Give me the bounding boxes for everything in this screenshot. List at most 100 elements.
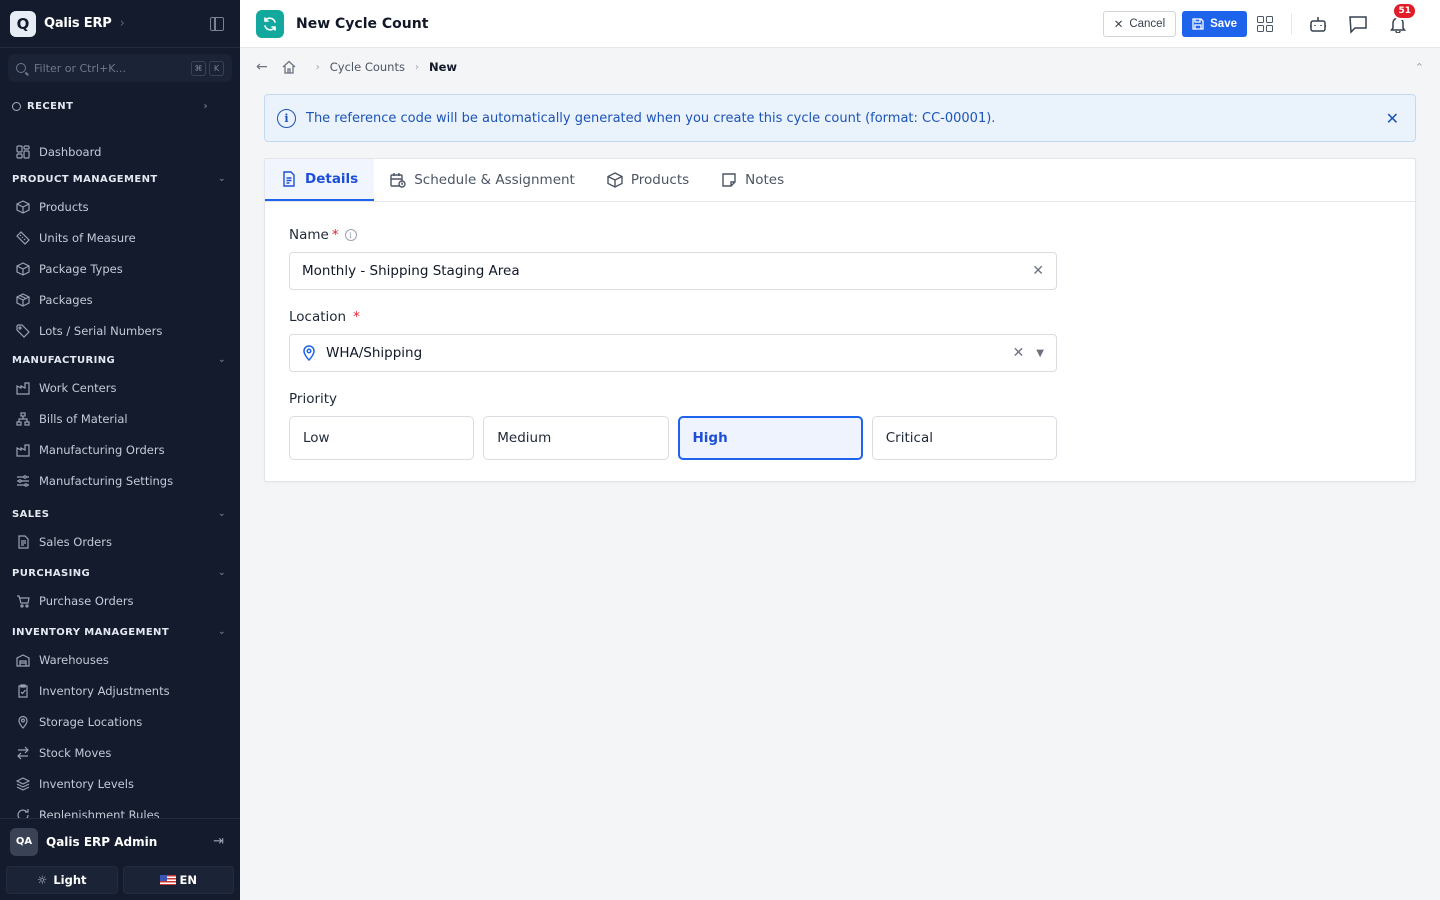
user-name: Qalis ERP Admin	[46, 834, 158, 849]
chat-icon[interactable]	[1348, 14, 1368, 34]
sidebar-item-work-centers[interactable]: Work Centers	[0, 372, 240, 403]
top-actions: ✕ Cancel Save 51	[1102, 1, 1424, 37]
notifications-bell-icon[interactable]: 51	[1388, 1, 1417, 34]
tab-label: Products	[630, 172, 690, 188]
section-manufacturing[interactable]: MANUFACTURING ⌄	[0, 348, 240, 372]
hierarchy-icon	[16, 411, 30, 426]
breadcrumb-parent[interactable]: Cycle Counts	[330, 60, 405, 74]
home-icon[interactable]	[282, 60, 296, 74]
sidebar-filter-input[interactable]: Filter or Ctrl+K... ⌘ K	[8, 54, 232, 82]
location-select[interactable]: WHA/Shipping ✕ ▼	[289, 334, 1057, 372]
priority-option-low[interactable]: Low	[289, 416, 475, 460]
priority-field-label: Priority	[289, 390, 1391, 408]
kbd-key: K	[209, 60, 224, 76]
chevron-down-icon: ⌄	[218, 174, 226, 184]
back-arrow-icon[interactable]: ←	[256, 59, 268, 75]
sidebar-item-label: Products	[39, 199, 89, 214]
dashboard-icon	[16, 144, 30, 159]
sidebar-item-warehouses[interactable]: Warehouses	[0, 644, 240, 675]
logout-icon[interactable]: ⇥	[213, 834, 224, 849]
tab-label: Details	[305, 171, 359, 187]
sidebar-item-replenishment-rules[interactable]: Replenishment Rules	[0, 799, 240, 818]
kbd-key: ⌘	[191, 60, 206, 76]
sidebar-item-dashboard[interactable]: Dashboard	[0, 136, 240, 167]
factory-icon	[16, 443, 30, 457]
tab-notes[interactable]: Notes	[705, 159, 800, 201]
app-name[interactable]: Qalis ERP	[44, 16, 112, 31]
tab-details[interactable]: Details	[265, 159, 375, 201]
sidebar-header: Q Qalis ERP ›	[0, 0, 240, 48]
tab-products[interactable]: Products	[591, 159, 705, 201]
save-button[interactable]: Save	[1182, 10, 1247, 37]
sidebar-nav: Dashboard PRODUCT MANAGEMENT ⌄ Products U…	[0, 136, 240, 818]
sidebar-item-label: Warehouses	[39, 652, 109, 667]
name-input[interactable]: Monthly - Shipping Staging Area ✕	[289, 252, 1057, 290]
avatar: QA	[10, 827, 38, 856]
location-label-text: Location	[289, 309, 347, 325]
info-banner: i The reference code will be automatical…	[264, 94, 1416, 142]
clear-icon[interactable]: ✕	[1013, 345, 1025, 361]
warehouse-icon	[16, 653, 30, 667]
sidebar-item-label: Inventory Adjustments	[39, 683, 170, 698]
sidebar-item-package-types[interactable]: Package Types	[0, 253, 240, 284]
sidebar-item-sales-orders[interactable]: Sales Orders	[0, 526, 240, 557]
section-title: MANUFACTURING	[12, 354, 116, 366]
sidebar-item-purchase-orders[interactable]: Purchase Orders	[0, 585, 240, 616]
sidebar-item-units-of-measure[interactable]: Units of Measure	[0, 222, 240, 253]
package-icon	[16, 292, 30, 307]
apps-grid-icon[interactable]	[1257, 15, 1273, 32]
priority-option-label: Medium	[497, 430, 552, 446]
chevron-up-icon[interactable]: ⌃	[1415, 61, 1424, 74]
section-title: INVENTORY MANAGEMENT	[12, 626, 170, 638]
close-icon[interactable]: ✕	[1386, 109, 1399, 128]
section-sales[interactable]: SALES ⌄	[0, 502, 240, 526]
details-form: Name * i Monthly - Shipping Staging Area…	[265, 202, 1415, 460]
priority-option-label: Critical	[885, 430, 933, 446]
recent-label: RECENT	[27, 100, 74, 112]
chevron-down-icon[interactable]: ▼	[1036, 348, 1044, 359]
recent-section[interactable]: RECENT ›	[0, 94, 240, 118]
sidebar-item-packages[interactable]: Packages	[0, 284, 240, 315]
sidebar-item-label: Manufacturing Orders	[39, 442, 165, 457]
cart-icon	[16, 594, 30, 608]
tab-label: Schedule & Assignment	[414, 172, 575, 188]
sidebar-item-stock-moves[interactable]: Stock Moves	[0, 737, 240, 768]
priority-selector: Low Medium High Critical	[289, 416, 1057, 460]
sidebar-item-storage-locations[interactable]: Storage Locations	[0, 706, 240, 737]
section-purchasing[interactable]: PURCHASING ⌄	[0, 561, 240, 585]
sidebar-item-inventory-adjustments[interactable]: Inventory Adjustments	[0, 675, 240, 706]
sidebar-item-manufacturing-settings[interactable]: Manufacturing Settings	[0, 465, 240, 496]
section-product-management[interactable]: PRODUCT MANAGEMENT ⌄	[0, 167, 240, 191]
sidebar-item-lots-serial-numbers[interactable]: Lots / Serial Numbers	[0, 315, 240, 346]
layers-icon	[16, 776, 30, 791]
cancel-button[interactable]: ✕ Cancel	[1102, 10, 1177, 37]
theme-toggle-button[interactable]: ☼ Light	[6, 866, 118, 894]
info-icon[interactable]: i	[344, 229, 357, 241]
sidebar-collapse-icon[interactable]	[210, 16, 224, 31]
priority-option-critical[interactable]: Critical	[871, 416, 1057, 460]
section-inventory-management[interactable]: INVENTORY MANAGEMENT ⌄	[0, 620, 240, 644]
robot-assistant-icon[interactable]	[1308, 14, 1328, 34]
sidebar-item-manufacturing-orders[interactable]: Manufacturing Orders	[0, 434, 240, 465]
chevron-right-icon: ›	[414, 61, 419, 73]
tab-schedule-assignment[interactable]: Schedule & Assignment	[374, 159, 591, 201]
sidebar: Q Qalis ERP › Filter or Ctrl+K... ⌘ K RE…	[0, 0, 240, 900]
priority-option-high[interactable]: High	[677, 416, 863, 460]
chevron-down-icon: ⌄	[218, 355, 226, 365]
clear-icon[interactable]: ✕	[1032, 263, 1044, 279]
priority-option-medium[interactable]: Medium	[483, 416, 669, 460]
us-flag-icon	[159, 875, 176, 885]
close-icon: ✕	[1113, 18, 1124, 31]
sidebar-item-bills-of-material[interactable]: Bills of Material	[0, 403, 240, 434]
chevron-right-icon[interactable]: ›	[120, 16, 125, 31]
sidebar-item-label: Manufacturing Settings	[39, 473, 174, 488]
language-button[interactable]: EN	[122, 866, 234, 894]
sidebar-item-inventory-levels[interactable]: Inventory Levels	[0, 768, 240, 799]
name-input-value: Monthly - Shipping Staging Area	[302, 263, 520, 279]
chevron-down-icon: ⌄	[218, 568, 226, 578]
arrows-swap-icon	[16, 746, 30, 760]
sidebar-item-products[interactable]: Products	[0, 191, 240, 222]
app-logo[interactable]: Q	[10, 10, 36, 37]
user-menu[interactable]: QA Qalis ERP Admin ⇥	[0, 818, 240, 864]
location-field-label: Location *	[289, 308, 1391, 326]
